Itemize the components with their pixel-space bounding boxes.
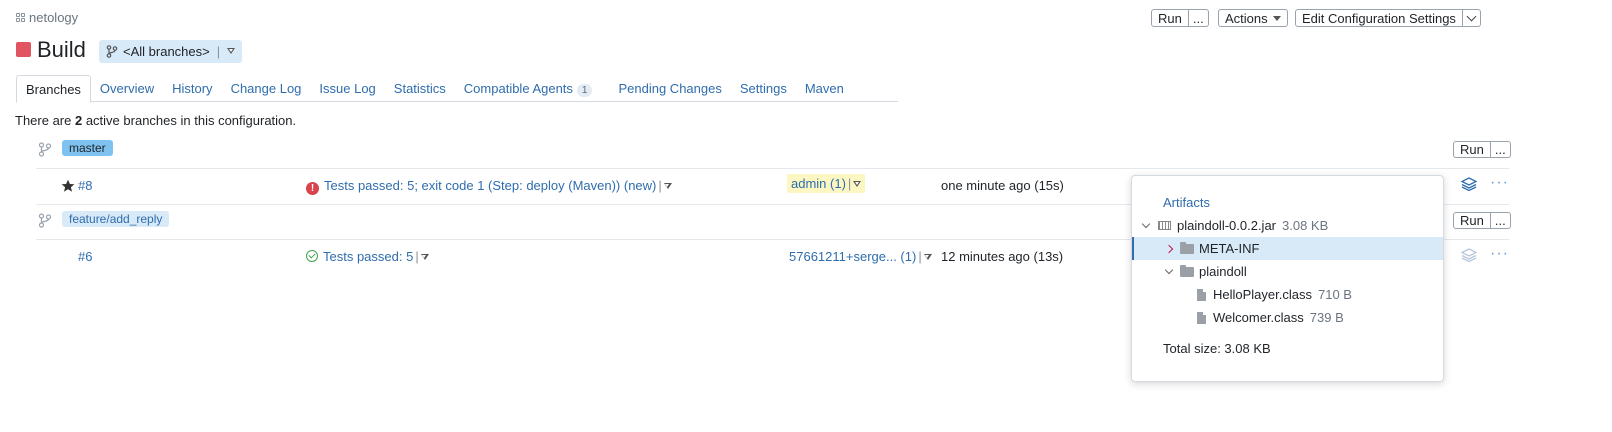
artifacts-title-link[interactable]: Artifacts (1163, 195, 1210, 210)
artifacts-icon[interactable] (1461, 177, 1477, 191)
page-title: Build (37, 37, 86, 62)
project-grid-icon (16, 13, 25, 22)
triangle-down-icon (853, 181, 862, 188)
branch-icon (106, 45, 118, 58)
error-icon: ! (306, 182, 319, 195)
branch-run-group: Run ... (1453, 212, 1511, 229)
folder-icon (1180, 241, 1194, 254)
chevron-down-icon (1466, 11, 1477, 21)
branch-selector-label: <All branches> (123, 44, 210, 59)
more-icon[interactable]: ··· (1490, 174, 1509, 192)
actions-dropdown[interactable]: Actions (1218, 9, 1288, 27)
more-icon[interactable]: ··· (1490, 245, 1509, 263)
artifact-jar-row[interactable]: plaindoll-0.0.2.jar 3.08 KB (1132, 214, 1443, 237)
tab-issue-log[interactable]: Issue Log (310, 75, 384, 102)
triangle-down-icon[interactable] (663, 183, 672, 190)
tab-history[interactable]: History (163, 75, 221, 102)
chevron-right-icon[interactable] (1164, 244, 1174, 253)
project-name[interactable]: netology (29, 10, 78, 25)
build-status: Tests passed: 5 | (306, 249, 429, 264)
tab-settings[interactable]: Settings (731, 75, 796, 102)
jar-icon (1158, 221, 1171, 230)
artifact-file-row[interactable]: HelloPlayer.class 710 B (1132, 283, 1443, 306)
tab-overview[interactable]: Overview (91, 75, 163, 102)
changes-link[interactable]: admin (1) | (787, 174, 866, 193)
tab-bar: Branches Overview History Change Log Iss… (16, 75, 898, 103)
tab-statistics[interactable]: Statistics (385, 75, 455, 102)
branch-icon (38, 213, 52, 228)
artifacts-popup: Artifacts plaindoll-0.0.2.jar 3.08 KB ME… (1131, 175, 1444, 382)
jar-name: plaindoll-0.0.2.jar (1177, 218, 1277, 233)
build-changes: 57661211+serge... (1) | (789, 249, 932, 264)
artifacts-icon[interactable] (1461, 248, 1477, 262)
edit-configuration-button[interactable]: Edit Configuration Settings (1295, 9, 1463, 27)
artifact-file-row[interactable]: Welcomer.class 739 B (1132, 306, 1443, 329)
branch-run-button[interactable]: Run (1453, 212, 1491, 229)
build-time: 12 minutes ago (13s) (941, 249, 1064, 264)
file-size: 739 B (1309, 310, 1344, 325)
build-status-square (16, 42, 31, 57)
tab-change-log[interactable]: Change Log (222, 75, 311, 102)
file-icon (1197, 311, 1206, 324)
changes-link[interactable]: 57661211+serge... (1) | (789, 249, 932, 264)
caret-down-icon (1272, 15, 1281, 21)
build-status: ! Tests passed: 5; exit code 1 (Step: dep… (306, 178, 672, 195)
run-options-button[interactable]: ... (1188, 9, 1209, 27)
actions-label: Actions (1225, 10, 1268, 26)
jar-size: 3.08 KB (1282, 218, 1329, 233)
star-icon[interactable] (61, 179, 75, 193)
build-status-link[interactable]: Tests passed: 5; exit code 1 (Step: depl… (324, 178, 656, 193)
build-row: #6 (78, 249, 92, 264)
branch-run-button[interactable]: Run (1453, 141, 1491, 158)
branch-run-group: Run ... (1453, 141, 1511, 158)
branch-selector[interactable]: <All branches> | (99, 40, 243, 63)
file-name: HelloPlayer.class (1213, 287, 1312, 302)
artifact-folder-meta-inf[interactable]: META-INF (1132, 237, 1443, 260)
folder-name: META-INF (1199, 241, 1260, 256)
edit-configuration-menu-button[interactable] (1462, 9, 1481, 27)
build-number-link[interactable]: #6 (78, 249, 92, 264)
chevron-down-icon[interactable] (1141, 219, 1151, 229)
build-changes: admin (1) | (787, 174, 866, 193)
triangle-down-icon (227, 48, 236, 55)
count-badge: 1 (576, 84, 593, 97)
triangle-down-icon (923, 254, 932, 261)
folder-name: plaindoll (1199, 264, 1247, 279)
edit-config-group: Edit Configuration Settings (1295, 9, 1481, 27)
chevron-down-icon[interactable] (1164, 265, 1174, 275)
triangle-down-icon[interactable] (420, 254, 429, 261)
artifact-folder-plaindoll[interactable]: plaindoll (1132, 260, 1443, 283)
build-time: one minute ago (15s) (941, 178, 1064, 193)
branch-name-master[interactable]: master (62, 140, 113, 156)
tab-pending-changes[interactable]: Pending Changes (609, 75, 730, 102)
file-size: 710 B (1318, 287, 1352, 302)
branch-name-feature[interactable]: feature/add_reply (62, 211, 170, 227)
folder-icon (1180, 264, 1194, 277)
project-breadcrumb[interactable]: netology (16, 10, 78, 25)
tab-maven[interactable]: Maven (796, 75, 853, 102)
branch-icon (38, 142, 52, 157)
branch-run-options-button[interactable]: ... (1490, 141, 1511, 158)
file-icon (1197, 288, 1206, 301)
run-button-group: Run ... (1151, 9, 1209, 27)
branches-summary: There are 2 active branches in this conf… (15, 113, 297, 128)
build-row: #8 (61, 178, 92, 193)
success-icon (306, 250, 318, 262)
total-size: Total size: 3.08 KB (1163, 341, 1271, 356)
tab-compatible-agents-label: Compatible Agents (463, 81, 573, 96)
run-button[interactable]: Run (1151, 9, 1189, 27)
tab-compatible-agents[interactable]: Compatible Agents 1 (455, 75, 602, 102)
branch-run-options-button[interactable]: ... (1490, 212, 1511, 229)
tab-branches[interactable]: Branches (16, 75, 91, 103)
build-status-link[interactable]: Tests passed: 5 (323, 249, 413, 264)
divider (36, 168, 1509, 169)
build-number-link[interactable]: #8 (78, 178, 92, 193)
file-name: Welcomer.class (1213, 310, 1304, 325)
